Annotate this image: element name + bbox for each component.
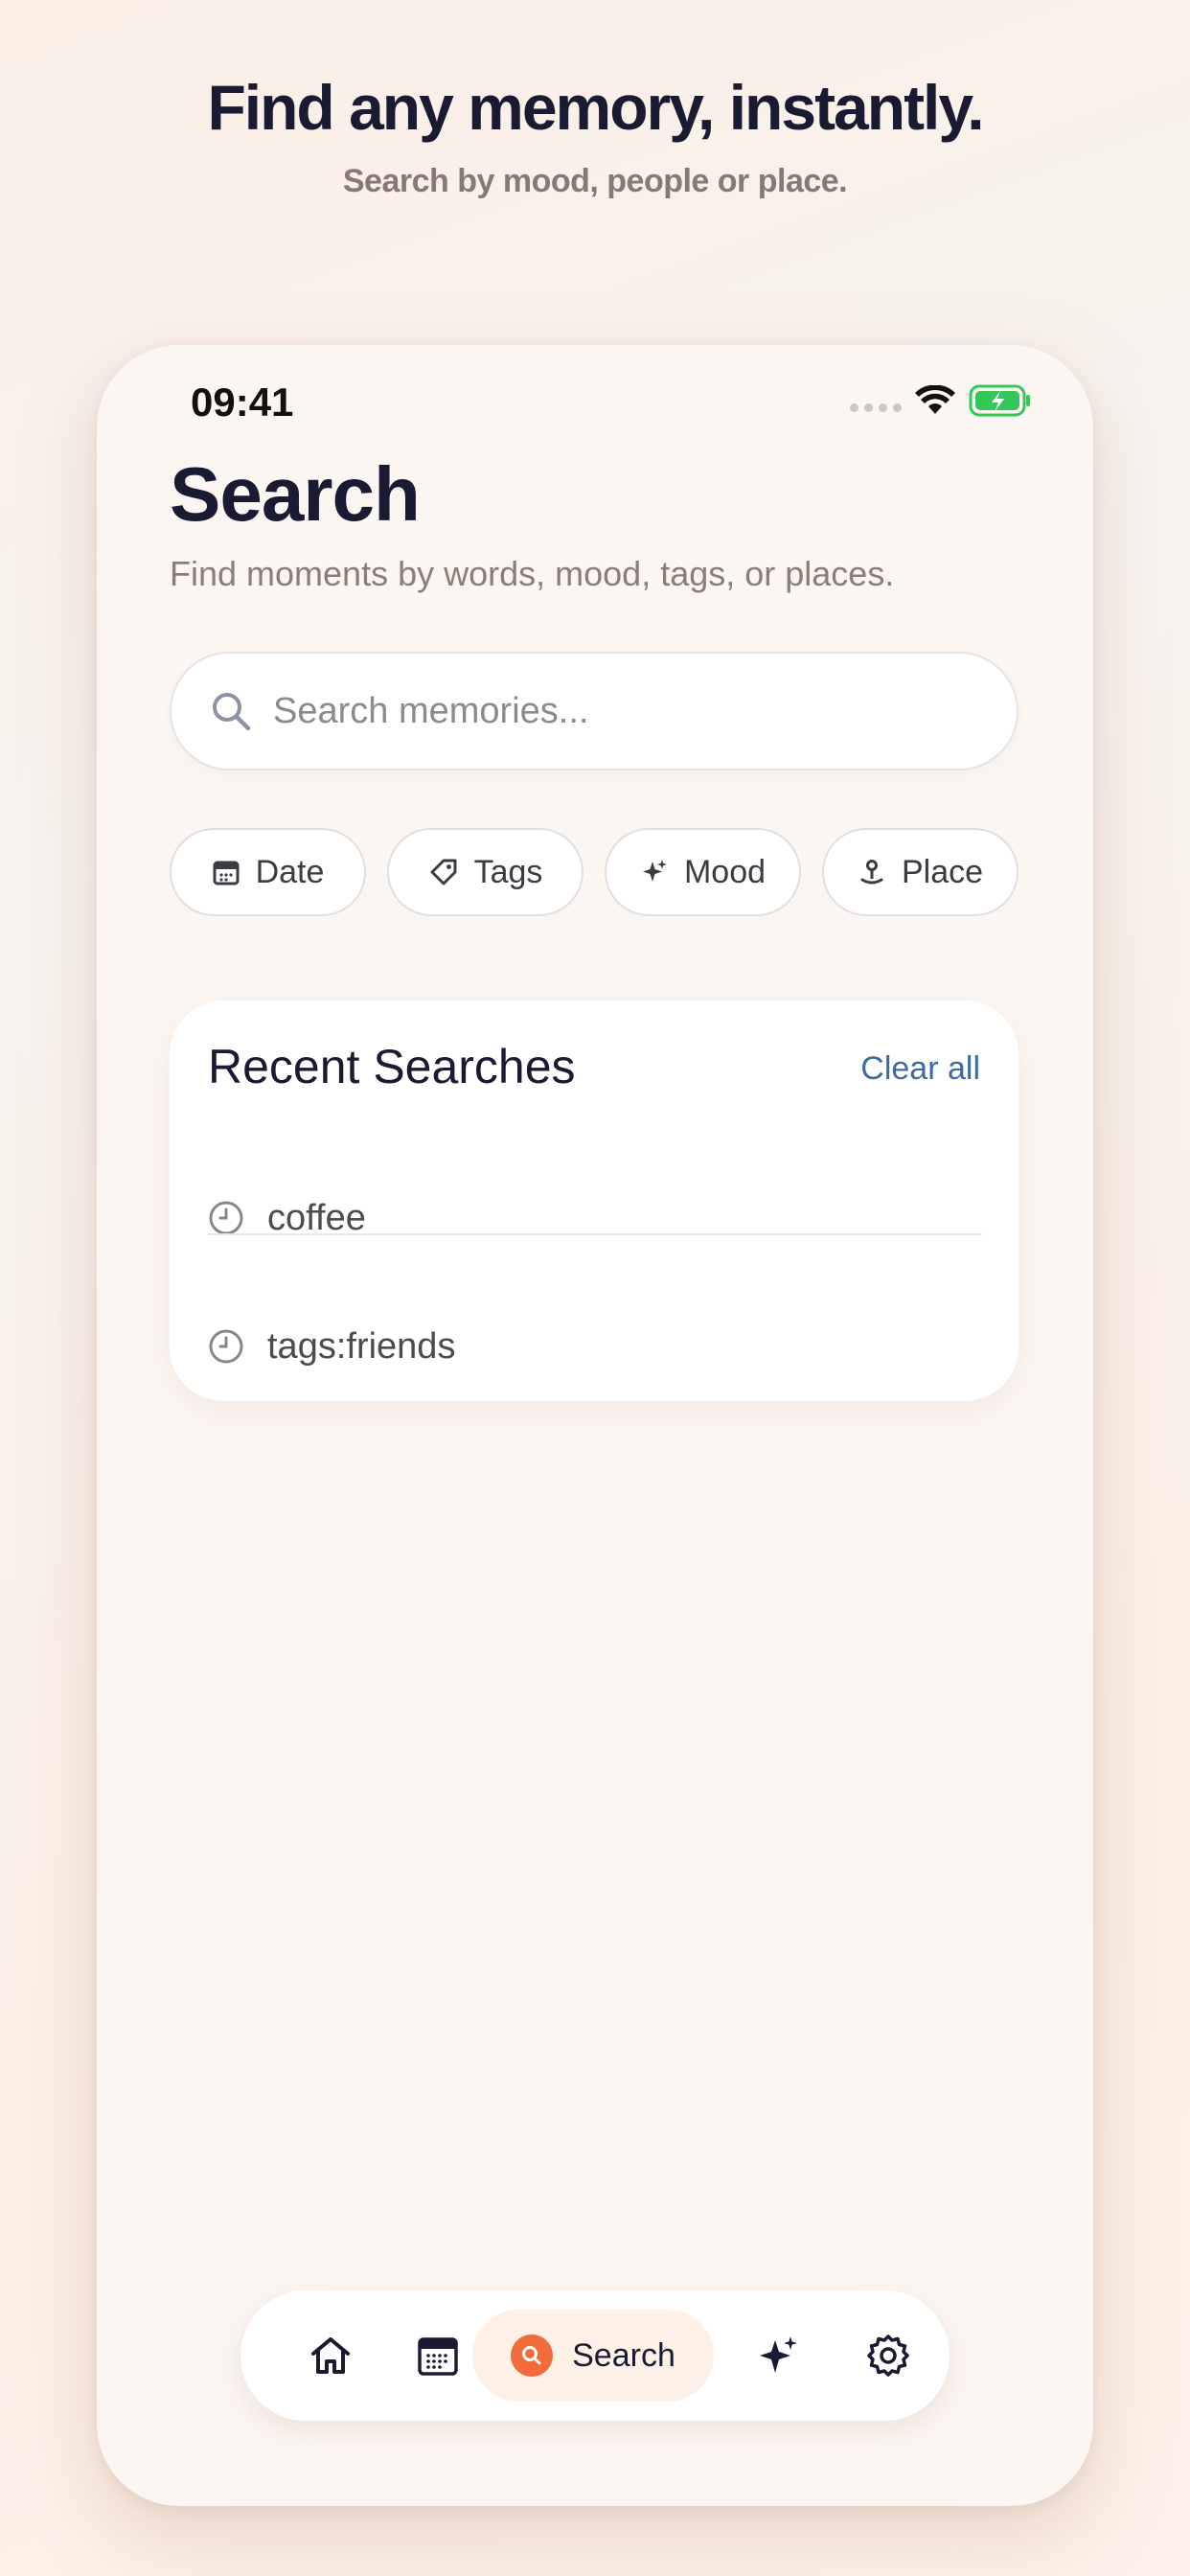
wifi-icon xyxy=(915,385,955,414)
sparkle-icon xyxy=(642,860,667,882)
tab-search[interactable]: Search xyxy=(472,2310,714,2402)
divider xyxy=(208,1233,982,1235)
recent-search-text: tags:friends xyxy=(267,1325,456,1367)
filter-chip-date[interactable]: Date xyxy=(170,828,366,916)
tab-calendar[interactable] xyxy=(394,2312,482,2400)
status-icons xyxy=(850,380,1032,422)
clear-all-button[interactable]: Clear all xyxy=(860,1050,980,1088)
filter-chip-place[interactable]: Place xyxy=(822,828,1018,916)
recent-searches-card: Recent Searches Clear all coffee tags:fr… xyxy=(170,1000,1018,1401)
recent-searches-title: Recent Searches xyxy=(208,1040,576,1093)
home-icon xyxy=(311,2337,350,2374)
bottom-tab-bar: Search xyxy=(240,2290,950,2421)
signal-icon xyxy=(850,402,902,412)
filter-chips: Date Tags Mood Place xyxy=(170,828,1018,916)
gear-icon xyxy=(867,2334,909,2377)
tag-icon xyxy=(430,859,457,886)
clock-icon xyxy=(209,1329,243,1364)
search-input[interactable] xyxy=(273,690,944,732)
page-title: Search xyxy=(170,451,421,537)
hero-subtitle: Search by mood, people or place. xyxy=(342,163,848,199)
recent-search-item[interactable]: coffee xyxy=(208,1175,982,1261)
filter-chip-label: Place xyxy=(901,853,984,890)
filter-chip-tags[interactable]: Tags xyxy=(387,828,584,916)
status-time: 09:41 xyxy=(191,380,294,425)
search-icon xyxy=(511,2334,554,2377)
battery-icon xyxy=(969,384,1030,417)
page-subtitle: Find moments by words, mood, tags, or pl… xyxy=(170,554,895,593)
calendar-icon xyxy=(418,2337,458,2376)
phone-screen: 09:41 Search Find moments by words, mood… xyxy=(97,345,1093,2506)
tab-ai[interactable] xyxy=(735,2312,823,2400)
search-bar[interactable] xyxy=(170,652,1018,770)
filter-chip-label: Mood xyxy=(683,853,767,890)
filter-chip-label: Date xyxy=(255,853,325,890)
calendar-icon xyxy=(213,861,240,886)
tab-search-label: Search xyxy=(572,2336,675,2374)
recent-search-item[interactable]: tags:friends xyxy=(208,1303,982,1390)
filter-chip-label: Tags xyxy=(473,853,543,890)
filter-chip-mood[interactable]: Mood xyxy=(605,828,801,916)
tab-settings[interactable] xyxy=(844,2312,932,2400)
tab-home[interactable] xyxy=(286,2312,375,2400)
pin-icon xyxy=(860,860,883,885)
clock-icon xyxy=(209,1201,243,1235)
sparkle-icon xyxy=(760,2336,797,2373)
hero-title: Find any memory, instantly. xyxy=(207,72,984,143)
search-icon xyxy=(213,693,251,731)
